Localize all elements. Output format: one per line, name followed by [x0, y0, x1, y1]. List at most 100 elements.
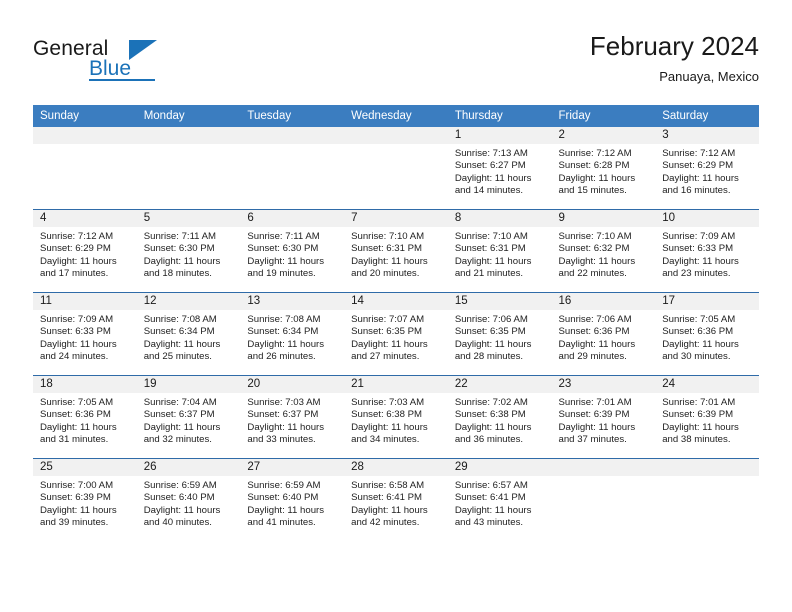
calendar-day-cell-empty: [344, 127, 448, 210]
sunset-text: Sunset: 6:36 PM: [558, 326, 630, 338]
calendar-day-cell[interactable]: 14 Sunrise: 7:07 AM Sunset: 6:35 PM Dayligh…: [344, 292, 448, 376]
calendar-day-cell[interactable]: 7 Sunrise: 7:10 AM Sunset: 6:31 PM Daylight…: [344, 209, 448, 293]
calendar-day-cell[interactable]: 10 Sunrise: 7:09 AM Sunset: 6:33 PM Dayligh…: [655, 209, 759, 293]
day-number: [136, 127, 241, 144]
calendar-day-cell[interactable]: 8 Sunrise: 7:10 AM Sunset: 6:31 PM Daylight…: [447, 209, 552, 293]
calendar-day-cell[interactable]: 16 Sunrise: 7:06 AM Sunset: 6:36 PM Dayligh…: [551, 292, 656, 376]
calendar-day-cell[interactable]: 1 Sunrise: 7:13 AM Sunset: 6:27 PM Daylight…: [447, 127, 552, 210]
calendar-day-cell-empty: [136, 127, 241, 210]
calendar-day-cell[interactable]: 19 Sunrise: 7:04 AM Sunset: 6:37 PM Dayligh…: [136, 375, 241, 459]
sunrise-text: Sunrise: 7:01 AM: [558, 397, 632, 408]
calendar-day-cell[interactable]: 28 Sunrise: 6:58 AM Sunset: 6:41 PM Dayligh…: [344, 458, 448, 541]
day-number: 27: [240, 459, 345, 476]
sunset-text: Sunset: 6:29 PM: [40, 243, 111, 255]
sunset-text: Sunset: 6:29 PM: [662, 160, 734, 172]
calendar-day-cell[interactable]: 6 Sunrise: 7:11 AM Sunset: 6:30 PM Daylight…: [240, 209, 345, 293]
general-blue-logo: General Blue: [33, 38, 213, 88]
sunrise-text: Sunrise: 7:08 AM: [247, 314, 321, 325]
calendar-week-row: 18 Sunrise: 7:05 AM Sunset: 6:36 PM Dayligh…: [33, 375, 759, 459]
daylight-text-line1: Daylight: 11 hours: [454, 504, 532, 516]
day-details: Sunrise: 7:06 AM Sunset: 6:35 PM Daylight:…: [448, 310, 552, 364]
location-subtitle: Panuaya, Mexico: [659, 69, 759, 84]
sunset-text: Sunset: 6:39 PM: [40, 492, 111, 504]
daylight-text-line2: and 18 minutes.: [143, 268, 212, 280]
sunset-text: Sunset: 6:40 PM: [143, 492, 215, 504]
day-details: Sunrise: 7:06 AM Sunset: 6:36 PM Daylight:…: [552, 310, 656, 364]
calendar-day-cell[interactable]: 18 Sunrise: 7:05 AM Sunset: 6:36 PM Dayligh…: [33, 375, 137, 459]
weekday-header-monday: Monday: [136, 105, 241, 127]
day-details: Sunrise: 7:03 AM Sunset: 6:38 PM Daylight:…: [344, 393, 448, 447]
daylight-text-line2: and 33 minutes.: [247, 434, 316, 446]
sunrise-text: Sunrise: 7:05 AM: [662, 314, 736, 325]
calendar-day-cell[interactable]: 26 Sunrise: 6:59 AM Sunset: 6:40 PM Dayligh…: [136, 458, 241, 541]
day-number: 15: [447, 293, 552, 310]
weekday-header-wednesday: Wednesday: [344, 105, 448, 127]
day-details: Sunrise: 7:11 AM Sunset: 6:30 PM Daylight:…: [137, 227, 241, 281]
day-number: 14: [344, 293, 448, 310]
calendar-day-cell[interactable]: 15 Sunrise: 7:06 AM Sunset: 6:35 PM Dayligh…: [447, 292, 552, 376]
daylight-text-line2: and 17 minutes.: [40, 268, 109, 280]
calendar-day-cell[interactable]: 27 Sunrise: 6:59 AM Sunset: 6:40 PM Dayligh…: [240, 458, 345, 541]
daylight-text-line1: Daylight: 11 hours: [662, 421, 739, 433]
day-number: 19: [136, 376, 241, 393]
sunrise-text: Sunrise: 7:09 AM: [40, 314, 114, 325]
daylight-text-line2: and 38 minutes.: [662, 434, 731, 446]
calendar-day-cell[interactable]: 9 Sunrise: 7:10 AM Sunset: 6:32 PM Daylight…: [551, 209, 656, 293]
weekday-header-tuesday: Tuesday: [240, 105, 345, 127]
sunrise-text: Sunrise: 7:03 AM: [247, 397, 321, 408]
calendar-week-row: 4 Sunrise: 7:12 AM Sunset: 6:29 PM Daylight…: [33, 209, 759, 293]
day-number: 3: [655, 127, 759, 144]
sunrise-text: Sunrise: 6:59 AM: [143, 480, 217, 491]
day-details: Sunrise: 7:10 AM Sunset: 6:31 PM Daylight:…: [448, 227, 552, 281]
title-block: February 2024 Panuaya, Mexico: [590, 30, 759, 86]
calendar-day-cell[interactable]: 22 Sunrise: 7:02 AM Sunset: 6:38 PM Dayligh…: [447, 375, 552, 459]
sunrise-text: Sunrise: 7:12 AM: [558, 148, 632, 159]
calendar-day-cell[interactable]: 21 Sunrise: 7:03 AM Sunset: 6:38 PM Dayligh…: [344, 375, 448, 459]
sunset-text: Sunset: 6:41 PM: [454, 492, 526, 504]
calendar-day-cell[interactable]: 2 Sunrise: 7:12 AM Sunset: 6:28 PM Daylight…: [551, 127, 656, 210]
calendar-day-cell[interactable]: 5 Sunrise: 7:11 AM Sunset: 6:30 PM Daylight…: [136, 209, 241, 293]
sunrise-text: Sunrise: 7:05 AM: [40, 397, 114, 408]
sunrise-text: Sunrise: 7:10 AM: [351, 231, 425, 242]
day-number: 1: [447, 127, 552, 144]
sunrise-text: Sunrise: 7:09 AM: [662, 231, 736, 242]
sunrise-text: Sunrise: 6:58 AM: [351, 480, 425, 491]
sunset-text: Sunset: 6:35 PM: [454, 326, 526, 338]
sunset-text: Sunset: 6:38 PM: [351, 409, 423, 421]
calendar-day-cell[interactable]: 23 Sunrise: 7:01 AM Sunset: 6:39 PM Dayligh…: [551, 375, 656, 459]
sunset-text: Sunset: 6:37 PM: [143, 409, 215, 421]
daylight-text-line2: and 32 minutes.: [143, 434, 212, 446]
daylight-text-line1: Daylight: 11 hours: [351, 255, 428, 267]
calendar-day-cell[interactable]: 24 Sunrise: 7:01 AM Sunset: 6:39 PM Dayligh…: [655, 375, 759, 459]
day-number: 28: [344, 459, 448, 476]
sunset-text: Sunset: 6:39 PM: [662, 409, 734, 421]
daylight-text-line2: and 22 minutes.: [558, 268, 627, 280]
day-details: Sunrise: 7:08 AM Sunset: 6:34 PM Daylight:…: [240, 310, 344, 364]
day-number: [33, 127, 137, 144]
daylight-text-line2: and 20 minutes.: [351, 268, 420, 280]
sunset-text: Sunset: 6:31 PM: [454, 243, 526, 255]
daylight-text-line2: and 26 minutes.: [247, 351, 316, 363]
day-number: 29: [447, 459, 552, 476]
calendar-day-cell[interactable]: 13 Sunrise: 7:08 AM Sunset: 6:34 PM Dayligh…: [240, 292, 345, 376]
calendar-day-cell[interactable]: 25 Sunrise: 7:00 AM Sunset: 6:39 PM Dayligh…: [33, 458, 137, 541]
sunset-text: Sunset: 6:30 PM: [247, 243, 319, 255]
day-number: 5: [136, 210, 241, 227]
sunset-text: Sunset: 6:39 PM: [558, 409, 630, 421]
day-number: 6: [240, 210, 345, 227]
calendar-day-cell[interactable]: 17 Sunrise: 7:05 AM Sunset: 6:36 PM Dayligh…: [655, 292, 759, 376]
calendar-day-cell[interactable]: 3 Sunrise: 7:12 AM Sunset: 6:29 PM Daylight…: [655, 127, 759, 210]
calendar-day-cell[interactable]: 29 Sunrise: 6:57 AM Sunset: 6:41 PM Dayligh…: [447, 458, 552, 541]
calendar-day-cell-empty: [33, 127, 137, 210]
daylight-text-line2: and 21 minutes.: [454, 268, 524, 280]
daylight-text-line1: Daylight: 11 hours: [247, 338, 325, 350]
calendar-day-cell[interactable]: 20 Sunrise: 7:03 AM Sunset: 6:37 PM Dayligh…: [240, 375, 345, 459]
day-number: 25: [33, 459, 137, 476]
daylight-text-line1: Daylight: 11 hours: [247, 421, 325, 433]
calendar-day-cell[interactable]: 12 Sunrise: 7:08 AM Sunset: 6:34 PM Dayligh…: [136, 292, 241, 376]
calendar-grid: Sunday Monday Tuesday Wednesday Thursday…: [33, 105, 759, 541]
day-number: 12: [136, 293, 241, 310]
calendar-day-cell[interactable]: 4 Sunrise: 7:12 AM Sunset: 6:29 PM Daylight…: [33, 209, 137, 293]
daylight-text-line1: Daylight: 11 hours: [247, 504, 325, 516]
calendar-day-cell[interactable]: 11 Sunrise: 7:09 AM Sunset: 6:33 PM Dayligh…: [33, 292, 137, 376]
